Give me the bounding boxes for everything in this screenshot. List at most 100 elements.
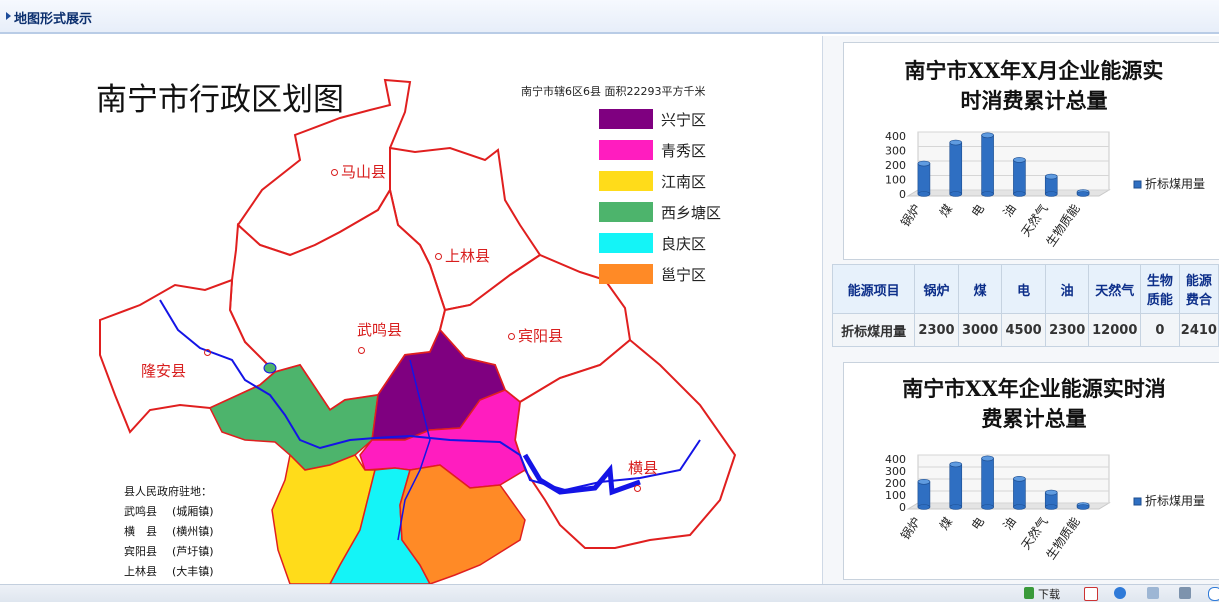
table-cell: 12000 [1088,313,1142,347]
energy-data-table: 能源项目 锅炉 煤 电 油 天然气 生物 质能 能源 费合 折标煤用量 2300… [831,264,1219,347]
map-title: 南宁市行政区划图 [96,82,344,118]
legend-label: 邕宁区 [661,266,707,284]
header-arrow-icon [6,12,11,20]
map-subtitle: 南宁市辖6区6县 面积22293平方千米 [521,85,706,98]
speaker-icon[interactable] [1179,587,1191,599]
y-tick-label: 300 [885,465,906,478]
county-label-wuming: 武鸣县 [357,319,402,358]
legend-item: 良庆区 [599,232,759,254]
chart-bar [1044,173,1058,197]
x-tick-label: 天然气 [1018,514,1051,552]
chart-bar [1013,157,1026,197]
legend-item: 兴宁区 [599,108,759,130]
download-label[interactable]: 下载 [1038,586,1060,602]
table-cell: 2300 [1044,313,1090,347]
seat-row: 横 县 (横州镇) [124,525,214,538]
legend-swatch-jiangnan [599,171,653,191]
browser-icon[interactable] [1114,587,1126,599]
table-row-label: 折标煤用量 [831,313,916,347]
legend-item: 西乡塘区 [599,201,759,223]
table-header-cell: 煤 [957,264,1003,314]
chart-bar [1013,476,1026,510]
x-tick-label: 电 [969,515,987,533]
legend-swatch [1133,497,1142,506]
county-label-hengxian: 横县 [628,457,658,496]
energy-panel: 南宁市XX年X月企业能源实 时消费累计总量 0 100 200 300 400 锅炉煤电油… [823,36,1219,584]
seat-row: 武鸣县 (城厢镇) [124,505,214,518]
x-tick-label: 锅炉 [897,514,923,542]
table-header-cell: 电 [1001,264,1046,314]
county-label-binyang: 宾阳县 [508,325,563,346]
x-tick-label: 油 [1001,515,1019,533]
legend-item: 青秀区 [599,139,759,161]
table-header-row: 能源项目 锅炉 煤 电 油 天然气 生物 质能 能源 费合 [831,264,1219,314]
seat-row: 宾阳县 (芦圩镇) [124,545,214,558]
legend-label: 西乡塘区 [661,204,722,222]
chart-bar [1044,489,1058,510]
seat-row: 上林县 (大丰镇) [124,565,214,578]
chart-bar [1076,502,1090,510]
page-header: 地图形式展示 [0,0,1219,34]
chart-bar [1076,189,1090,197]
chart-bar [917,160,931,197]
table-cell: 4500 [1001,313,1046,347]
window-icon[interactable] [1147,587,1159,599]
download-icon[interactable] [1024,587,1034,599]
add-icon[interactable] [1084,587,1098,601]
monthly-bar-chart: 0100200300400锅炉煤电油天然气生物质能折标煤用量 [885,130,1205,249]
legend-swatch-xingning [599,109,653,129]
y-tick-label: 100 [885,489,906,502]
table-cell: 2300 [914,313,959,347]
x-tick-label: 锅炉 [897,201,923,229]
legend-label: 青秀区 [661,142,707,160]
table-header-cell: 天然气 [1088,264,1142,314]
legend-label: 良庆区 [661,235,707,253]
y-tick-label: 0 [899,501,906,514]
yearly-energy-chart: 南宁市XX年企业能源实时消 费累计总量 0 100 200 300 400 锅炉煤电油天然… [843,362,1219,580]
legend-label: 兴宁区 [661,111,707,129]
legend-swatch-qingxiu [599,140,653,160]
chart-bar [949,139,963,197]
monthly-energy-chart: 南宁市XX年X月企业能源实 时消费累计总量 0 100 200 300 400 锅炉煤电油… [843,42,1219,260]
x-tick-label: 油 [1001,202,1019,220]
yearly-bar-chart: 0100200300400锅炉煤电油天然气生物质能折标煤用量 [885,453,1205,562]
header-title: 地图形式展示 [14,12,93,27]
table-header-cell: 锅炉 [914,264,959,314]
zoom-icon[interactable] [1208,587,1219,601]
table-header-cell: 能源 费合 [1178,264,1219,314]
legend-label: 折标煤用量 [1145,176,1205,191]
legend-item: 江南区 [599,170,759,192]
legend-swatch-xixiangtang [599,202,653,222]
county-label-shanglin: 上林县 [435,245,490,266]
x-tick-label: 煤 [937,515,955,533]
legend-swatch [1133,180,1142,189]
legend-swatch-liangqing [599,233,653,253]
x-tick-label: 天然气 [1018,201,1051,239]
seat-note-heading: 县人民政府驻地： [124,485,212,498]
chart-bar [981,132,994,197]
county-seat-note: 县人民政府驻地： 武鸣县 (城厢镇) 横 县 (横州镇) 宾阳县 (芦圩镇) 上林县(… [124,482,214,582]
table-header-cell: 生物 质能 [1140,264,1180,314]
table-header-cell: 能源项目 [831,264,916,314]
map-panel: 南宁市行政区划图 南宁市辖6区6县 面积22293平方千米 兴宁区 青秀区 江南… [0,36,823,584]
county-label-longan: 隆安县 [141,342,211,381]
status-bar: 下载 [0,584,1219,602]
table-row: 折标煤用量 2300 3000 4500 2300 12000 0 2410 [831,313,1219,347]
y-tick-label: 400 [885,130,906,143]
y-tick-label: 300 [885,145,906,158]
legend-label: 折标煤用量 [1145,493,1205,508]
chart-bar [981,455,994,510]
x-tick-label: 电 [969,202,987,220]
x-tick-label: 煤 [937,202,955,220]
y-tick-label: 400 [885,453,906,466]
y-tick-label: 0 [899,188,906,201]
table-cell: 2410 [1178,313,1219,347]
y-tick-label: 100 [885,174,906,187]
table-header-cell: 油 [1044,264,1090,314]
y-tick-label: 200 [885,159,906,172]
reservoir [263,362,277,374]
legend-swatch-yongning [599,264,653,284]
chart-bar [949,461,963,510]
table-cell: 3000 [957,313,1003,347]
legend-label: 江南区 [661,173,707,191]
